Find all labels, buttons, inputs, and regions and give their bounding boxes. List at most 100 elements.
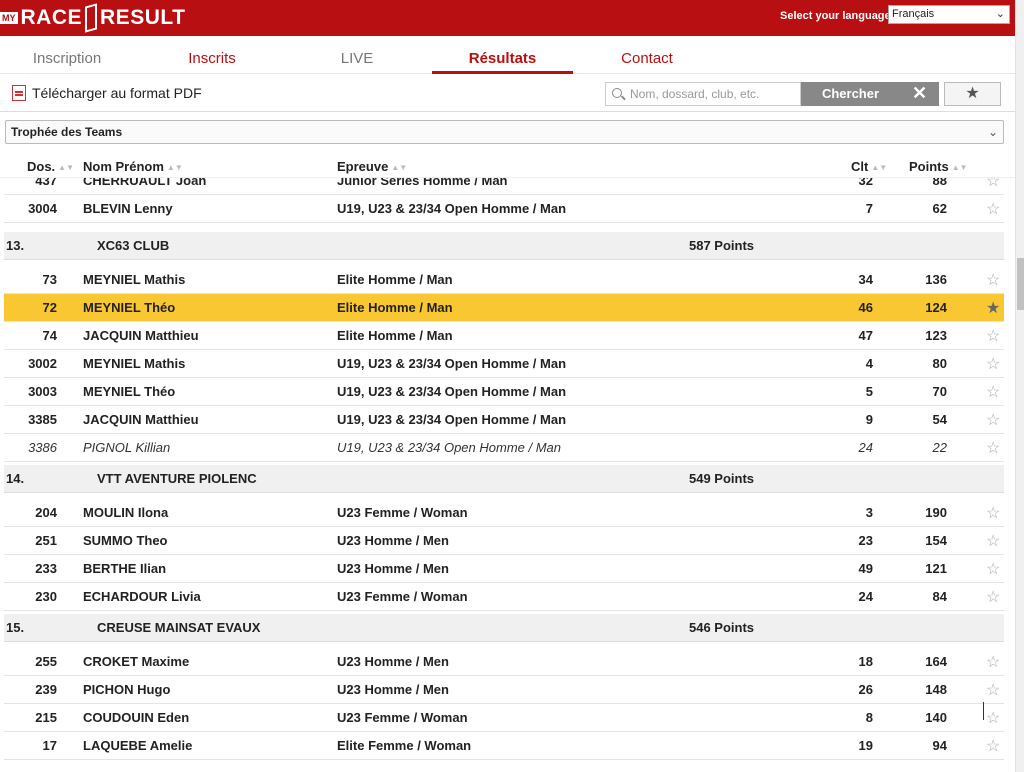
tab-resultats[interactable]: Résultats	[432, 36, 573, 74]
team-points: 587 Points	[689, 238, 755, 253]
table-row[interactable]: 74 JACQUIN Matthieu Elite Homme / Man 47 123…	[4, 322, 1004, 350]
col-header-dos[interactable]: Dos. ▲▼	[27, 159, 74, 174]
team-rank: 15.	[6, 620, 25, 635]
athlete-name: MEYNIEL Mathis	[83, 272, 186, 287]
bib-number: 17	[42, 738, 57, 753]
favorite-star-icon[interactable]: ☆	[986, 708, 1004, 728]
table-row[interactable]: 73 MEYNIEL Mathis Elite Homme / Man 34 136 ☆	[4, 266, 1004, 294]
favorite-star-icon[interactable]: ☆	[986, 270, 1004, 290]
favorite-star-icon[interactable]: ☆	[986, 559, 1004, 579]
favorite-star-icon[interactable]: ☆	[986, 382, 1004, 402]
table-row[interactable]: 251 SUMMO Theo U23 Homme / Men 23 154 ☆	[4, 527, 1004, 555]
search-icon	[612, 88, 622, 98]
athlete-name: BERTHE Ilian	[83, 561, 167, 576]
col-header-points[interactable]: Points ▲▼	[909, 159, 968, 174]
points: 94	[932, 738, 947, 753]
sort-icon: ▲▼	[871, 163, 888, 172]
rank: 46	[858, 300, 873, 315]
favorite-star-icon[interactable]: ☆	[986, 354, 1004, 374]
text-cursor	[983, 702, 984, 720]
vertical-scrollbar[interactable]	[1015, 0, 1024, 772]
favorite-star-icon[interactable]: ☆	[986, 652, 1004, 672]
scrollbar-thumb[interactable]	[1017, 258, 1024, 310]
language-label: Select your language:	[780, 10, 895, 22]
favorite-star-icon[interactable]: ☆	[986, 680, 1004, 700]
table-row[interactable]: 230 ECHARDOUR Livia U23 Femme / Woman 24 84 ☆	[4, 583, 1004, 611]
clear-search-button[interactable]: ✕	[900, 82, 939, 106]
bib-number: 251	[35, 533, 57, 548]
favorite-star-icon[interactable]: ☆	[986, 410, 1004, 430]
event-name: U23 Homme / Men	[337, 682, 449, 697]
language-select[interactable]: Français ⌄	[888, 5, 1010, 24]
bib-number: 72	[42, 300, 57, 315]
table-row[interactable]: 3003 MEYNIEL Théo U19, U23 & 23/34 Open Ho…	[4, 378, 1004, 406]
rank: 49	[858, 561, 873, 576]
table-row[interactable]: 255 CROKET Maxime U23 Homme / Men 18 164 ☆	[4, 648, 1004, 676]
points: 121	[925, 561, 947, 576]
athlete-name: MEYNIEL Mathis	[83, 356, 186, 371]
rank: 47	[858, 328, 873, 343]
favorite-star-icon[interactable]: ☆	[986, 503, 1004, 523]
favorite-star-icon[interactable]: ☆	[986, 587, 1004, 607]
table-row[interactable]: 3386 PIGNOL Killian U19, U23 & 23/34 Open …	[4, 434, 1004, 462]
athlete-name: JACQUIN Matthieu	[83, 328, 199, 343]
favorite-star-icon[interactable]: ☆	[986, 199, 1004, 219]
favorite-star-icon[interactable]: ☆	[986, 438, 1004, 458]
col-header-clt[interactable]: Clt ▲▼	[851, 159, 887, 174]
points: 22	[932, 440, 947, 455]
favorite-star-icon[interactable]: ☆	[986, 736, 1004, 756]
table-row[interactable]: 72 MEYNIEL Théo Elite Homme / Man 46 124 ★	[4, 294, 1004, 322]
chevron-down-icon: ⌄	[995, 8, 1005, 20]
table-row[interactable]: 215 COUDOUIN Eden U23 Femme / Woman 8 140 ☆	[4, 704, 1004, 732]
contest-select[interactable]: Trophée des Teams ⌄	[5, 120, 1004, 144]
event-name: Elite Homme / Man	[337, 272, 453, 287]
athlete-name: MEYNIEL Théo	[83, 384, 176, 399]
results-table-body: 437 CHERRUAULT Joan Junior Series Homme / …	[0, 154, 1015, 772]
tab-live[interactable]: LIVE	[290, 36, 424, 74]
myraceresult-logo[interactable]: MY RACE RESULT	[0, 3, 185, 33]
search-input[interactable]: Nom, dossard, club, etc.	[605, 82, 801, 106]
pdf-download-label: Télécharger au format PDF	[32, 85, 202, 101]
tab-inscription[interactable]: Inscription	[0, 36, 134, 74]
sort-icon: ▲▼	[951, 163, 968, 172]
points: 54	[932, 412, 947, 427]
favorites-button[interactable]: ★	[944, 82, 1001, 106]
favorite-star-icon[interactable]: ★	[986, 298, 1004, 318]
athlete-name: PIGNOL Killian	[83, 440, 171, 455]
table-row[interactable]: 204 MOULIN Ilona U23 Femme / Woman 3 190 ☆	[4, 499, 1004, 527]
event-name: U19, U23 & 23/34 Open Homme / Man	[337, 384, 567, 399]
bib-number: 3003	[28, 384, 57, 399]
rank: 23	[858, 533, 873, 548]
favorite-star-icon[interactable]: ☆	[986, 326, 1004, 346]
chevron-down-icon: ⌄	[987, 125, 998, 139]
table-row[interactable]: 239 PICHON Hugo U23 Homme / Men 26 148 ☆	[4, 676, 1004, 704]
event-name: U23 Femme / Woman	[337, 505, 468, 520]
points: 190	[925, 505, 947, 520]
athlete-name: JACQUIN Matthieu	[83, 412, 199, 427]
table-row[interactable]: 233 BERTHE Ilian U23 Homme / Men 49 121 ☆	[4, 555, 1004, 583]
table-row[interactable]: 3385 JACQUIN Matthieu U19, U23 & 23/34 Ope…	[4, 406, 1004, 434]
table-row[interactable]: 3004 BLEVIN Lenny U19, U23 & 23/34 Open Ho…	[4, 195, 1004, 223]
col-header-name[interactable]: Nom Prénom ▲▼	[83, 159, 183, 174]
athlete-name: COUDOUIN Eden	[83, 710, 190, 725]
rank: 34	[858, 272, 873, 287]
sort-icon: ▲▼	[58, 163, 75, 172]
favorite-star-icon[interactable]: ☆	[986, 531, 1004, 551]
pdf-download-link[interactable]: Télécharger au format PDF	[12, 85, 202, 101]
tab-inscrits[interactable]: Inscrits	[145, 36, 279, 74]
table-row[interactable]: 17 LAQUEBE Amelie Elite Femme / Woman 19 94 ☆	[4, 732, 1004, 760]
event-name: U19, U23 & 23/34 Open Homme / Man	[337, 356, 567, 371]
event-name: Elite Femme / Woman	[337, 738, 472, 753]
event-name: U19, U23 & 23/34 Open Homme / Man	[337, 440, 562, 455]
table-row[interactable]: 3002 MEYNIEL Mathis U19, U23 & 23/34 Open …	[4, 350, 1004, 378]
col-header-event[interactable]: Epreuve ▲▼	[337, 159, 407, 174]
logo-result: RESULT	[100, 6, 186, 29]
tab-contact[interactable]: Contact	[580, 36, 714, 74]
search-button[interactable]: Chercher	[801, 82, 900, 106]
bib-number: 73	[42, 272, 57, 287]
rank: 26	[858, 682, 873, 697]
bib-number: 230	[35, 589, 57, 604]
team-rank: 14.	[6, 471, 25, 486]
team-name: CREUSE MAINSAT EVAUX	[97, 620, 261, 635]
contest-value: Trophée des Teams	[11, 125, 123, 139]
